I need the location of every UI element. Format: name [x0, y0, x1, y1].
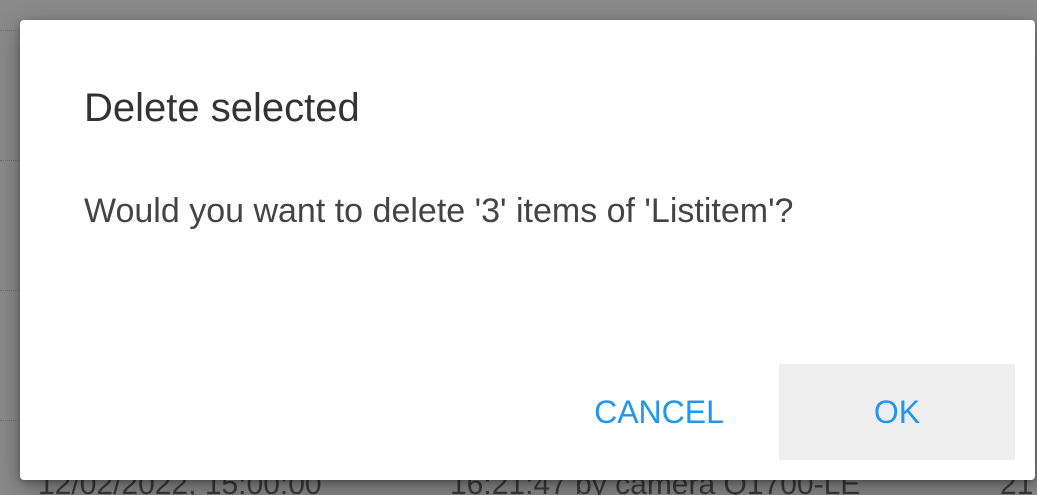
background-row-divider: [0, 30, 22, 31]
cancel-button[interactable]: CANCEL: [559, 364, 759, 460]
background-row-divider: [0, 290, 22, 291]
ok-button[interactable]: OK: [779, 364, 1015, 460]
background-row-divider: [0, 160, 22, 161]
dialog-actions: CANCEL OK: [559, 364, 1015, 460]
background-row-divider: [0, 420, 22, 421]
dialog-message: Would you want to delete '3' items of 'L…: [84, 192, 794, 230]
dialog-title: Delete selected: [84, 86, 360, 130]
delete-confirm-dialog: Delete selected Would you want to delete…: [20, 20, 1035, 480]
